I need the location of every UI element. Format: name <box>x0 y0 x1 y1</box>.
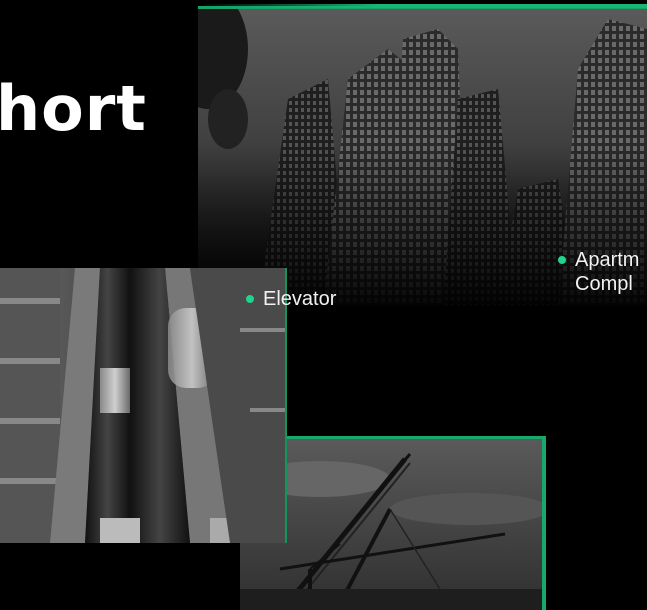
apartment-frame-accent <box>198 4 647 8</box>
apartment-caption-line2: Compl <box>575 273 633 295</box>
elevator-caption: Elevator <box>246 287 337 311</box>
apartment-caption-line1: Apartm <box>575 249 640 271</box>
slide-title: hort <box>0 72 147 145</box>
slide: hort Elevator Apartm Compl <box>0 0 647 610</box>
apartment-caption: Apartm Compl <box>558 248 640 296</box>
elevator-illustration <box>0 268 285 543</box>
bullet-dot-icon <box>558 256 566 264</box>
elevator-caption-text: Elevator <box>263 288 337 310</box>
bullet-dot-icon <box>246 295 254 303</box>
elevator-photo <box>0 268 287 543</box>
